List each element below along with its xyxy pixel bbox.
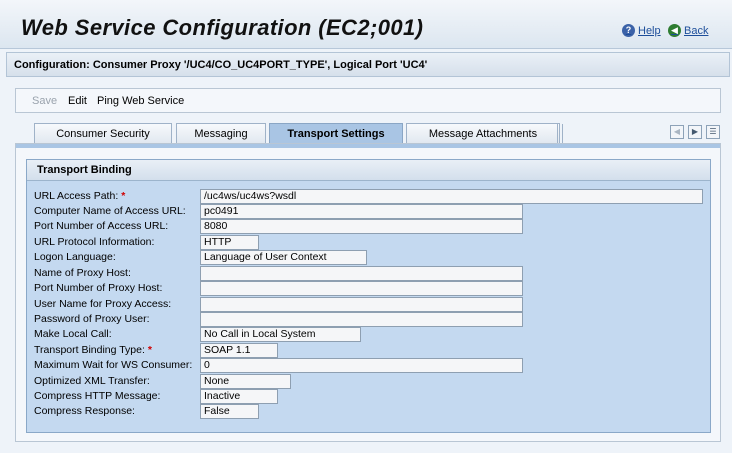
- compress-response-select[interactable]: False: [200, 404, 259, 419]
- first-page-icon[interactable]: ◀: [670, 125, 684, 139]
- tab-message-attachments[interactable]: Message Attachments: [406, 123, 560, 143]
- page-header: Web Service Configuration (EC2;001) ? He…: [0, 0, 732, 49]
- field-label: Make Local Call:: [34, 328, 112, 340]
- field-label-text: Transport Binding Type:: [34, 344, 145, 356]
- page-title: Web Service Configuration (EC2;001): [21, 15, 424, 40]
- proxy-host-input[interactable]: [200, 266, 523, 281]
- tab-consumer-security[interactable]: Consumer Security: [34, 123, 172, 143]
- field-label: Name of Proxy Host:: [34, 267, 131, 279]
- url-protocol-select[interactable]: HTTP: [200, 235, 259, 250]
- transport-binding-group: Transport Binding URL Access Path: * /uc4…: [26, 159, 711, 433]
- field-label: URL Protocol Information:: [34, 236, 155, 248]
- compress-http-select[interactable]: Inactive: [200, 389, 278, 404]
- field-label: Compress Response:: [34, 405, 135, 417]
- url-access-path-input[interactable]: /uc4ws/uc4ws?wsdl: [200, 189, 703, 204]
- toolbar: Save Edit Ping Web Service: [15, 88, 721, 113]
- back-link[interactable]: ◀ Back: [668, 24, 708, 37]
- max-wait-input[interactable]: 0: [200, 358, 523, 373]
- tab-panel-strip: [16, 144, 720, 148]
- port-number-input[interactable]: 8080: [200, 219, 523, 234]
- computer-name-input[interactable]: pc0491: [200, 204, 523, 219]
- configuration-text: Configuration: Consumer Proxy '/UC4/CO_U…: [14, 59, 428, 71]
- back-link-label: Back: [684, 24, 709, 37]
- proxy-user-input[interactable]: [200, 297, 523, 312]
- field-label: Port Number of Proxy Host:: [34, 282, 163, 294]
- transport-binding-type-select[interactable]: SOAP 1.1: [200, 343, 278, 358]
- tab-strip-end: [557, 124, 563, 143]
- edit-button[interactable]: Edit: [68, 95, 87, 107]
- required-marker: *: [147, 344, 152, 356]
- field-label: Computer Name of Access URL:: [34, 205, 186, 217]
- help-link-label: Help: [638, 24, 661, 37]
- field-label: Password of Proxy User:: [34, 313, 150, 325]
- configuration-bar: Configuration: Consumer Proxy '/UC4/CO_U…: [6, 52, 730, 77]
- tab-list-icon[interactable]: ☰: [706, 125, 720, 139]
- help-icon: ?: [622, 24, 635, 37]
- field-label: Transport Binding Type: *: [34, 344, 152, 356]
- next-page-icon[interactable]: ▶: [688, 125, 702, 139]
- proxy-port-input[interactable]: [200, 281, 523, 296]
- help-link[interactable]: ? Help: [622, 24, 661, 37]
- field-label: Port Number of Access URL:: [34, 220, 169, 232]
- ping-web-service-button[interactable]: Ping Web Service: [97, 95, 184, 107]
- field-label: Compress HTTP Message:: [34, 390, 161, 402]
- tab-transport-settings[interactable]: Transport Settings: [269, 123, 403, 144]
- field-label-text: URL Access Path:: [34, 190, 119, 202]
- optimized-xml-select[interactable]: None: [200, 374, 291, 389]
- make-local-call-select[interactable]: No Call in Local System: [200, 327, 361, 342]
- field-label: User Name for Proxy Access:: [34, 298, 172, 310]
- back-icon: ◀: [668, 24, 681, 37]
- field-label: Logon Language:: [34, 251, 116, 263]
- save-button[interactable]: Save: [32, 95, 57, 107]
- field-label: Optimized XML Transfer:: [34, 375, 150, 387]
- required-marker: *: [121, 190, 126, 202]
- field-label: URL Access Path: *: [34, 190, 125, 202]
- tab-messaging[interactable]: Messaging: [176, 123, 266, 143]
- group-title: Transport Binding: [27, 160, 710, 181]
- field-label: Maximum Wait for WS Consumer:: [34, 359, 193, 371]
- logon-language-select[interactable]: Language of User Context: [200, 250, 367, 265]
- proxy-password-input[interactable]: [200, 312, 523, 327]
